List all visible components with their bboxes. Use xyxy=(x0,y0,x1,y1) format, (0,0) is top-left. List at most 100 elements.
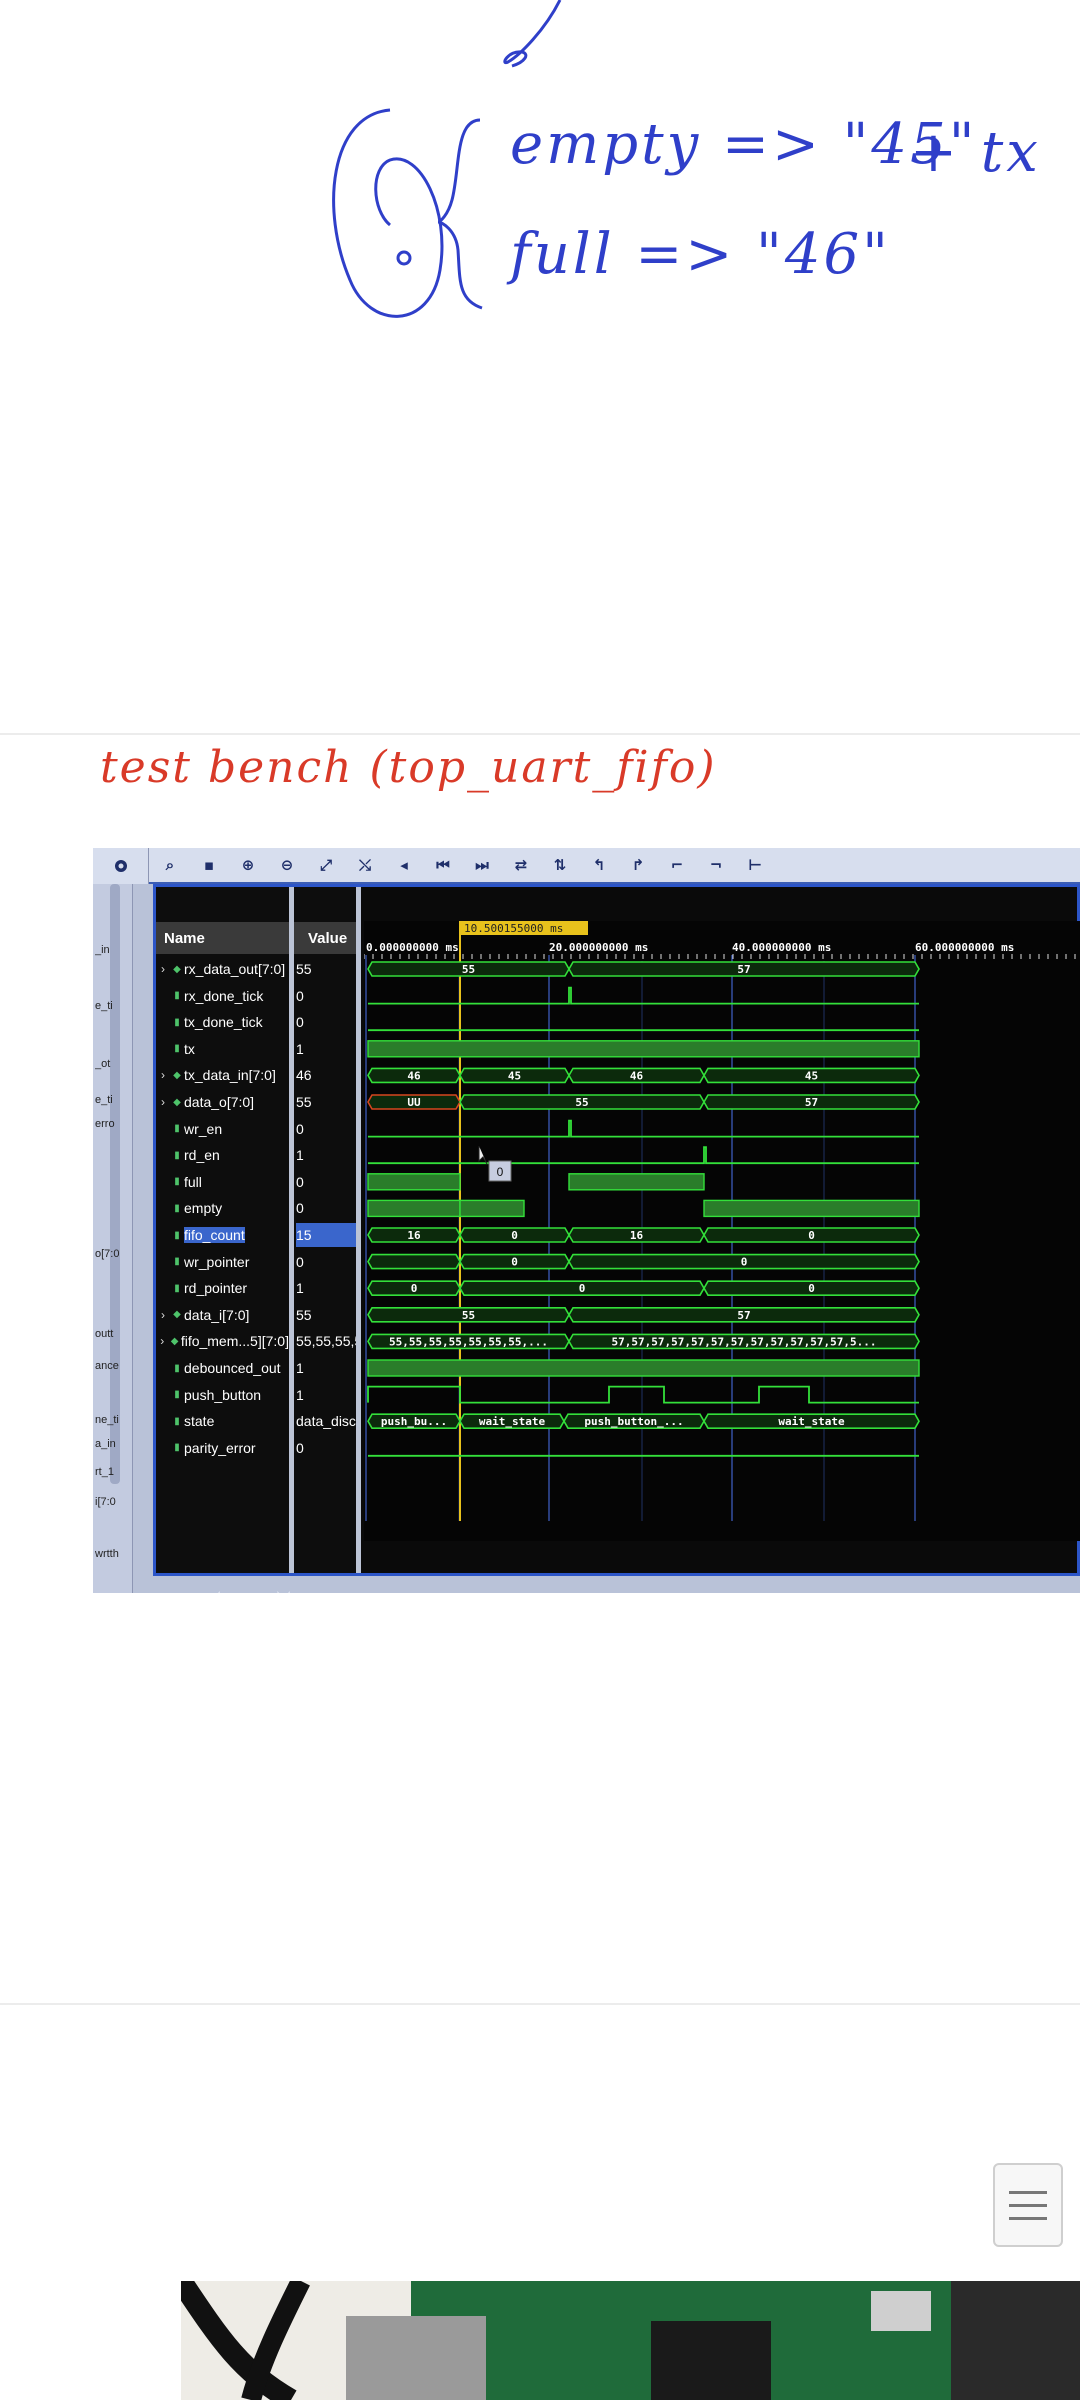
bus-value-label: 45 xyxy=(508,1069,521,1082)
previous-marker-icon[interactable]: ↰ xyxy=(584,851,614,879)
save-icon[interactable]: ▪ xyxy=(194,851,224,879)
gutter-label: _in xyxy=(95,944,110,956)
expand-chevron-icon[interactable]: › xyxy=(156,1308,170,1322)
signal-value: 15 xyxy=(296,1223,356,1247)
signal-value: 0 xyxy=(296,1014,304,1031)
bus-value-label: 16 xyxy=(630,1229,644,1242)
signal-row-18[interactable]: ▮ parity_error xyxy=(156,1436,289,1460)
previous-edge-icon[interactable]: ◂ xyxy=(389,851,419,879)
expand-chevron-icon[interactable]: › xyxy=(156,1095,170,1109)
signal-value: 1 xyxy=(296,1280,304,1297)
next-marker-icon[interactable]: ↱ xyxy=(623,851,653,879)
left-gutter: _in e_ti _ot e_ti erro o[7:0 outt ance ne_ti a_in… xyxy=(93,848,133,1593)
bus-signal-icon: ◆ xyxy=(173,1096,181,1108)
signal-name: tx xyxy=(184,1040,195,1057)
gutter-label: o[7:0 xyxy=(95,1248,120,1260)
wave-splitter[interactable] xyxy=(356,887,361,1573)
wire-high-block xyxy=(367,1173,461,1191)
signal-row-15[interactable]: ▮ debounced_out xyxy=(156,1356,289,1380)
bus-value-label: 57,57,57,57,57,57,57,57,57,57,57,57,5... xyxy=(612,1335,877,1348)
go-to-cursor-icon[interactable]: ⤯ xyxy=(350,851,380,879)
waveform-canvas[interactable]: 0.000000000 ms 20.000000000 ms 40.00000000… xyxy=(364,921,1080,1541)
signal-value: 1 xyxy=(296,1360,304,1376)
wire-signal-icon: ▮ xyxy=(174,1043,180,1055)
signal-row-6[interactable]: ▮ wr_en xyxy=(156,1117,289,1141)
signal-value: 1 xyxy=(296,1147,304,1164)
signal-row-4[interactable]: › ◆ tx_data_in[7:0] xyxy=(156,1063,289,1087)
bus-value-label: UU xyxy=(407,1096,421,1109)
signal-row-1[interactable]: ▮ rx_done_tick xyxy=(156,984,289,1008)
bus-signal-icon: ◆ xyxy=(173,1069,181,1081)
bus-value-label: 55,55,55,55,55,55,55,... xyxy=(389,1335,548,1348)
marker-left-icon[interactable]: ⌐ xyxy=(662,851,692,879)
search-icon[interactable]: ⌕ xyxy=(155,851,185,879)
menu-line-icon xyxy=(1009,2190,1047,2194)
bus-value-label: 0 xyxy=(808,1229,815,1242)
bus-signal-icon: ◆ xyxy=(173,963,181,975)
snap-icon[interactable]: ⊢ xyxy=(740,851,770,879)
signal-value: 0 xyxy=(296,1253,304,1270)
vertical-scrollbar[interactable] xyxy=(110,884,120,1484)
menu-line-icon xyxy=(1009,2203,1047,2207)
bus-value-label: 0 xyxy=(741,1256,748,1269)
signal-row-3[interactable]: ▮ tx xyxy=(156,1037,289,1061)
signal-name: rx_data_out[7:0] xyxy=(184,961,286,977)
horizontal-scroll-arrows[interactable]: ‹›‹ xyxy=(216,1587,356,1593)
signal-row-10[interactable]: ▮ fifo_count xyxy=(156,1223,289,1247)
signal-row-12[interactable]: ▮ rd_pointer xyxy=(156,1276,289,1300)
wire-signal-icon: ▮ xyxy=(174,1362,180,1374)
signal-row-7[interactable]: ▮ rd_en xyxy=(156,1143,289,1167)
expand-chevron-icon[interactable]: › xyxy=(156,1334,168,1348)
gutter-label: e_ti xyxy=(95,1094,113,1106)
gutter-label: erro xyxy=(95,1118,115,1130)
signal-name: debounced_out xyxy=(184,1360,281,1376)
wire-signal-icon: ▮ xyxy=(174,1282,180,1294)
zoom-out-icon[interactable]: ⊖ xyxy=(272,851,302,879)
bus-value-label: 55 xyxy=(462,1309,475,1322)
wire-high-block xyxy=(459,1199,525,1218)
zoom-in-icon[interactable]: ⊕ xyxy=(233,851,263,879)
signal-row-0[interactable]: › ◆ rx_data_out[7:0] xyxy=(156,957,289,981)
signal-name: wr_pointer xyxy=(184,1253,250,1270)
signal-row-9[interactable]: ▮ empty xyxy=(156,1196,289,1220)
wire-signal-icon: ▮ xyxy=(174,1123,180,1135)
go-to-end-icon[interactable]: ⏭ xyxy=(467,851,497,879)
value-tooltip-text: 0 xyxy=(497,1165,504,1179)
go-to-start-icon[interactable]: ⏮ xyxy=(428,851,458,879)
bus-value-label: 57 xyxy=(737,1309,750,1322)
bus-value-label: 0 xyxy=(579,1282,586,1295)
signal-value: 0 xyxy=(296,1439,304,1456)
signal-row-5[interactable]: › ◆ data_o[7:0] xyxy=(156,1090,289,1114)
value-header[interactable]: Value xyxy=(294,922,356,954)
wire-signal-icon: ▮ xyxy=(174,1229,180,1241)
signal-row-14[interactable]: › ◆ fifo_mem...5][7:0] xyxy=(156,1329,289,1353)
expand-chevron-icon[interactable]: › xyxy=(156,1068,170,1082)
marker-right-icon[interactable]: ¬ xyxy=(701,851,731,879)
name-header[interactable]: Name xyxy=(156,922,289,954)
expand-chevron-icon[interactable]: › xyxy=(156,962,170,976)
settings-gear-icon[interactable] xyxy=(93,848,149,884)
signal-name: empty xyxy=(184,1200,223,1217)
signal-row-13[interactable]: › ◆ data_i[7:0] xyxy=(156,1303,289,1327)
wire-high-block xyxy=(703,1199,920,1218)
zoom-fit-icon[interactable]: ⤢ xyxy=(311,851,341,879)
add-marker-icon[interactable]: ⇅ xyxy=(545,851,575,879)
signal-row-8[interactable]: ▮ full xyxy=(156,1170,289,1194)
signal-row-16[interactable]: ▮ push_button xyxy=(156,1383,289,1407)
signal-row-11[interactable]: ▮ wr_pointer xyxy=(156,1250,289,1274)
signal-name: fifo_mem...5][7:0] xyxy=(180,1333,289,1350)
signal-row-17[interactable]: ▮ state xyxy=(156,1409,289,1433)
swap-cursors-icon[interactable]: ⇄ xyxy=(506,851,536,879)
signal-row-2[interactable]: ▮ tx_done_tick xyxy=(156,1010,289,1034)
signal-name: rd_en xyxy=(184,1147,220,1164)
wire-signal-icon: ▮ xyxy=(174,1016,180,1028)
menu-button[interactable] xyxy=(993,2163,1063,2247)
cursor-time-label: 10.500155000 ms xyxy=(464,922,563,935)
bus-value-label: 45 xyxy=(805,1069,818,1082)
bus-value-label: 57 xyxy=(805,1096,818,1109)
bus-value-label: push_bu... xyxy=(381,1415,447,1428)
gutter-label: e_ti xyxy=(95,1000,113,1012)
bus-value-label: push_button_... xyxy=(584,1415,683,1428)
signal-value: 55 xyxy=(296,1094,312,1110)
signal-value: 0 xyxy=(296,1173,304,1190)
